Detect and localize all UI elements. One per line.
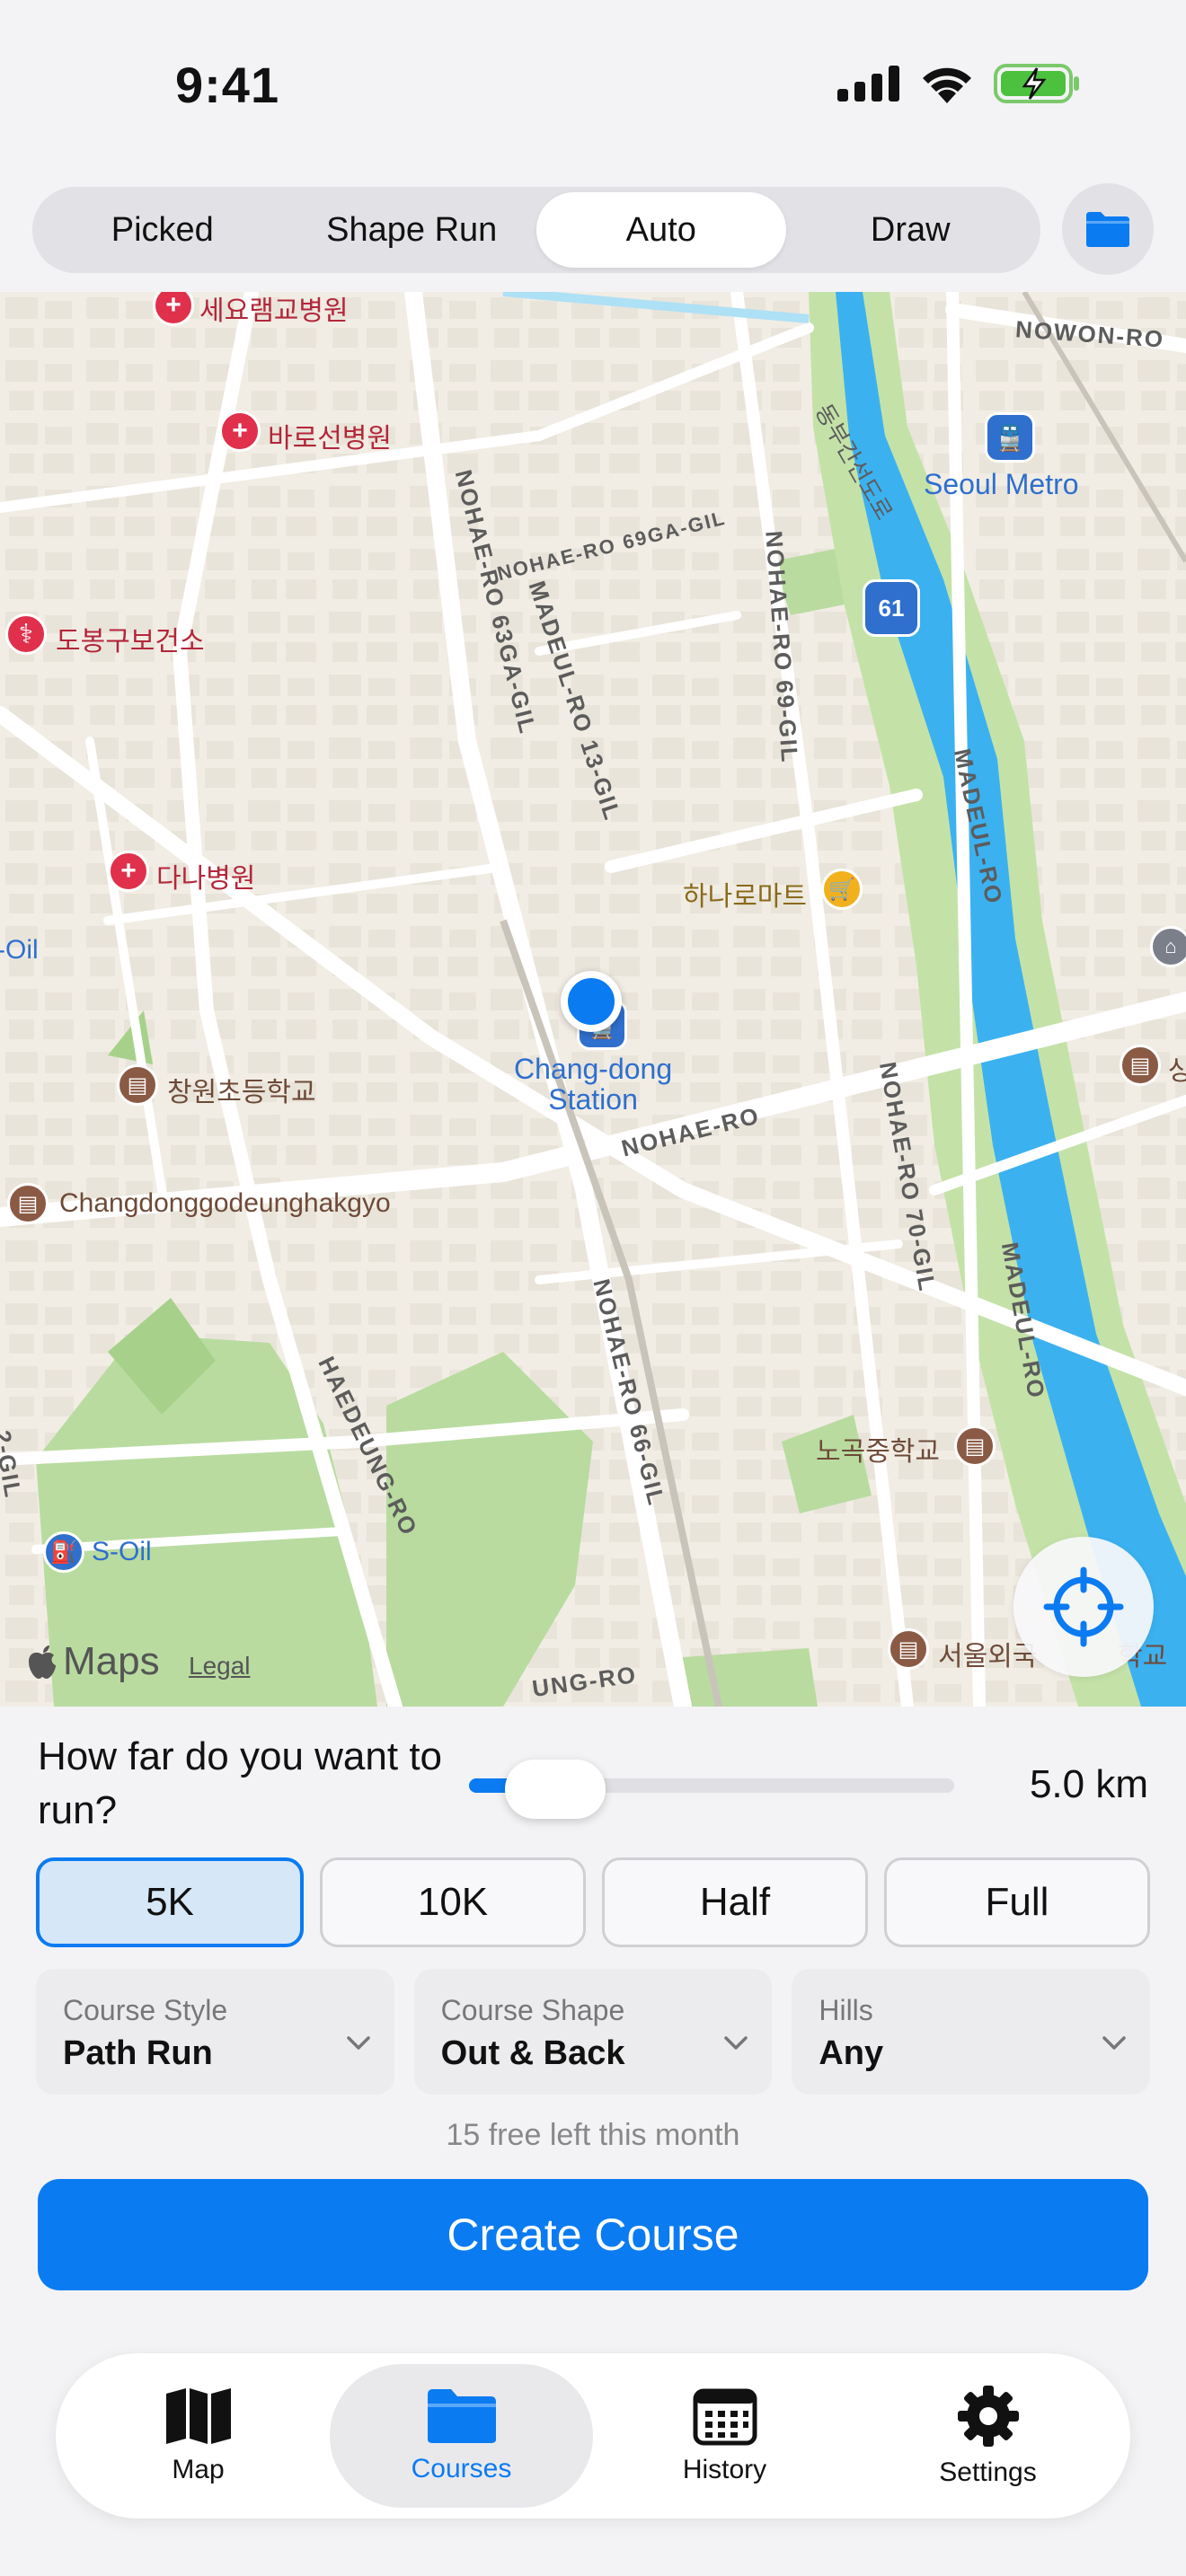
selector-label: Course Style — [63, 1994, 228, 2026]
shopping-cart-pin-icon: 🛒 — [821, 869, 863, 910]
map-label-nogok-school: 노곡중학교 — [816, 1437, 940, 1467]
apple-logo-icon — [29, 1645, 56, 1679]
school-pin-icon: ▤ — [117, 1064, 158, 1106]
metro-pin-icon: 🚆 — [985, 412, 1035, 463]
user-location-dot — [561, 971, 622, 1032]
preset-half-button[interactable]: Half — [602, 1857, 868, 1947]
folder-icon — [1086, 212, 1129, 247]
maps-logo-text: Maps — [63, 1639, 160, 1683]
tab-label: History — [682, 2455, 767, 2484]
tab-map[interactable]: Map — [66, 2364, 330, 2508]
apple-maps-logo: Maps — [27, 1639, 160, 1684]
free-courses-remaining: 15 free left this month — [446, 2118, 740, 2152]
landmark-pin-icon: ⌂ — [1150, 926, 1186, 967]
tab-history[interactable]: History — [593, 2364, 856, 2508]
chevron-down-icon — [724, 2036, 748, 2050]
map-label-hospital-top: 세요램교병원 — [199, 296, 349, 326]
map-label-dobong-health: 도봉구보건소 — [56, 627, 205, 657]
selector-value: Path Run — [63, 2034, 213, 2072]
mode-segmented-control: Picked Shape Run Auto Draw — [32, 187, 1040, 273]
tab-label: Map — [172, 2455, 225, 2484]
create-course-button[interactable]: Create Course — [38, 2179, 1148, 2290]
map-label-hana-mart: 하나로마트 — [683, 882, 807, 912]
selector-label: Course Shape — [440, 1994, 625, 2026]
school-pin-icon: ▤ — [888, 1628, 929, 1670]
status-time: 9:41 — [175, 57, 280, 113]
chevron-down-icon — [346, 2036, 370, 2050]
folder-icon — [427, 2389, 496, 2443]
fuel-pin-icon: ⛽ — [43, 1531, 84, 1573]
tab-label: Courses — [411, 2454, 512, 2483]
course-style-select[interactable]: Course Style Path Run — [36, 1969, 394, 2095]
segment-draw[interactable]: Draw — [786, 192, 1036, 268]
segment-picked[interactable]: Picked — [38, 192, 288, 268]
status-bar: 9:41 — [0, 0, 1186, 171]
status-icons — [837, 63, 1080, 104]
school-pin-icon: ▤ — [1120, 1045, 1161, 1086]
map-label-seoul-metro: Seoul Metro — [924, 468, 1079, 500]
crosshair-icon — [1043, 1566, 1124, 1647]
map-label-right-edge: 상 — [1168, 1056, 1186, 1086]
map-label-changdong-school: Changdonggodeunghakgyo — [59, 1188, 391, 1218]
map-label-s-oil: S-Oil — [92, 1537, 152, 1566]
school-pin-icon: ▤ — [954, 1425, 996, 1467]
wifi-icon — [923, 67, 971, 103]
hospital-pin-icon: + — [219, 410, 261, 452]
legal-link[interactable]: Legal — [189, 1652, 251, 1681]
school-pin-icon: ▤ — [7, 1183, 49, 1224]
battery-charging-icon — [994, 64, 1079, 103]
gear-icon — [957, 2386, 1019, 2447]
distance-question: How far do you want to run? — [38, 1734, 443, 1832]
map-label-baro-hospital: 바로선병원 — [268, 424, 392, 454]
segment-auto[interactable]: Auto — [536, 192, 786, 268]
map-label-dana-hospital: 다나병원 — [156, 864, 256, 894]
map-label-changwon-school: 창원초등학교 — [167, 1078, 316, 1107]
cellular-signal-icon — [837, 66, 899, 101]
route-shield-icon: 61 — [863, 579, 920, 637]
distance-slider-thumb[interactable] — [505, 1760, 606, 1819]
map-label-oil-left: -Oil — [0, 935, 39, 965]
preset-full-button[interactable]: Full — [884, 1857, 1150, 1947]
tab-bar: Map Courses History Settings — [56, 2353, 1130, 2519]
tab-settings[interactable]: Settings — [856, 2364, 1120, 2508]
tab-label: Settings — [939, 2457, 1037, 2487]
selector-value: Out & Back — [440, 2034, 625, 2072]
calendar-icon — [693, 2388, 757, 2446]
chevron-down-icon — [1102, 2036, 1126, 2050]
recenter-location-button[interactable] — [1013, 1537, 1154, 1677]
map-view[interactable]: + 세요램교병원 + 바로선병원 ⚕ 도봉구보건소 + 다나병원 -Oil ▤ … — [0, 292, 1186, 1707]
course-options: Course Style Path Run Course Shape Out &… — [36, 1969, 1151, 2095]
selector-value: Any — [819, 2034, 884, 2072]
hospital-pin-icon: + — [108, 851, 149, 892]
health-center-pin-icon: ⚕ — [5, 613, 47, 655]
preset-10k-button[interactable]: 10K — [320, 1857, 586, 1947]
map-icon — [165, 2388, 231, 2444]
preset-5k-button[interactable]: 5K — [36, 1857, 304, 1947]
course-shape-select[interactable]: Course Shape Out & Back — [413, 1969, 773, 2095]
selector-label: Hills — [819, 1994, 873, 2026]
tab-courses[interactable]: Courses — [330, 2364, 593, 2508]
segment-shape-run[interactable]: Shape Run — [288, 192, 537, 268]
map-label-station: Chang-dong Station — [514, 1053, 673, 1116]
saved-courses-button[interactable] — [1062, 183, 1154, 275]
distance-value: 5.0 km — [1029, 1762, 1148, 1806]
distance-presets: 5K 10K Half Full — [36, 1857, 1150, 1947]
hills-select[interactable]: Hills Any — [792, 1969, 1151, 2095]
